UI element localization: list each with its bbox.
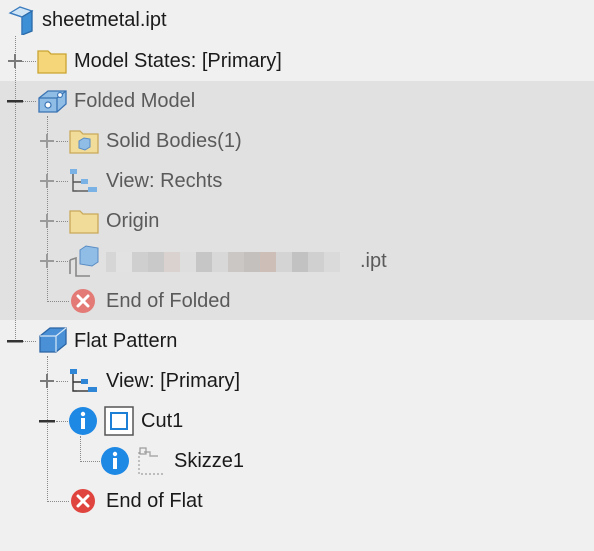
folded-model-icon bbox=[38, 90, 67, 113]
folded-model-label: Folded Model bbox=[74, 90, 196, 112]
tree-row-folded-model[interactable]: Folded Model bbox=[0, 81, 594, 121]
end-of-part-icon bbox=[71, 289, 95, 313]
collapse-minus-icon[interactable] bbox=[6, 332, 24, 350]
end-of-folded-label: End of Folded bbox=[106, 290, 231, 312]
skizze1-label: Skizze1 bbox=[174, 450, 245, 472]
tree-row-view-primary[interactable]: View: [Primary] bbox=[0, 361, 594, 401]
tree-row-skizze1[interactable]: Skizze1 bbox=[0, 441, 594, 481]
tree-row-root[interactable]: sheetmetal.ipt bbox=[0, 0, 594, 40]
tree-row-derived-part[interactable]: .ipt bbox=[0, 241, 594, 281]
tree-row-solid-bodies[interactable]: Solid Bodies(1) bbox=[0, 121, 594, 161]
tree-row-flat-pattern[interactable]: Flat Pattern bbox=[0, 321, 594, 361]
derived-part-icon bbox=[69, 245, 99, 277]
collapse-minus-icon[interactable] bbox=[6, 92, 24, 110]
folder-icon bbox=[37, 50, 67, 74]
tree-row-origin[interactable]: Origin bbox=[0, 201, 594, 241]
tree-row-view-rechts[interactable]: View: Rechts bbox=[0, 161, 594, 201]
info-icon[interactable] bbox=[100, 446, 130, 476]
root-label: sheetmetal.ipt bbox=[42, 9, 167, 31]
tree-row-cut1[interactable]: Cut1 bbox=[0, 401, 594, 441]
folder-icon bbox=[69, 210, 99, 234]
flat-pattern-icon bbox=[39, 327, 67, 353]
expand-plus-icon[interactable] bbox=[38, 372, 56, 390]
view-icon bbox=[70, 169, 97, 192]
view-rechts-label: View: Rechts bbox=[106, 170, 223, 192]
derived-part-name-redacted bbox=[106, 249, 340, 273]
end-of-flat-label: End of Flat bbox=[106, 490, 203, 512]
model-states-label: Model States: [Primary] bbox=[74, 50, 282, 72]
derived-part-extension: .ipt bbox=[360, 250, 387, 272]
solid-bodies-folder-icon bbox=[69, 130, 99, 154]
flat-pattern-label: Flat Pattern bbox=[74, 330, 178, 352]
end-of-part-icon bbox=[71, 489, 95, 513]
tree-row-end-of-flat[interactable]: End of Flat bbox=[0, 481, 594, 521]
cut-icon bbox=[104, 406, 134, 436]
part-file-icon bbox=[8, 6, 34, 35]
cut1-label: Cut1 bbox=[141, 410, 184, 432]
tree-row-end-of-folded[interactable]: End of Folded bbox=[0, 281, 594, 321]
sketch-icon bbox=[138, 447, 164, 475]
expand-plus-icon[interactable] bbox=[38, 172, 56, 190]
solid-bodies-label: Solid Bodies(1) bbox=[106, 130, 242, 152]
view-primary-label: View: [Primary] bbox=[106, 370, 241, 392]
info-icon[interactable] bbox=[68, 406, 98, 436]
expand-plus-icon[interactable] bbox=[38, 252, 56, 270]
tree-row-model-states[interactable]: Model States: [Primary] bbox=[0, 41, 594, 81]
collapse-minus-icon[interactable] bbox=[38, 412, 56, 430]
origin-label: Origin bbox=[106, 210, 160, 232]
expand-plus-icon[interactable] bbox=[38, 132, 56, 150]
expand-plus-icon[interactable] bbox=[6, 52, 24, 70]
expand-plus-icon[interactable] bbox=[38, 212, 56, 230]
view-icon bbox=[70, 369, 97, 392]
